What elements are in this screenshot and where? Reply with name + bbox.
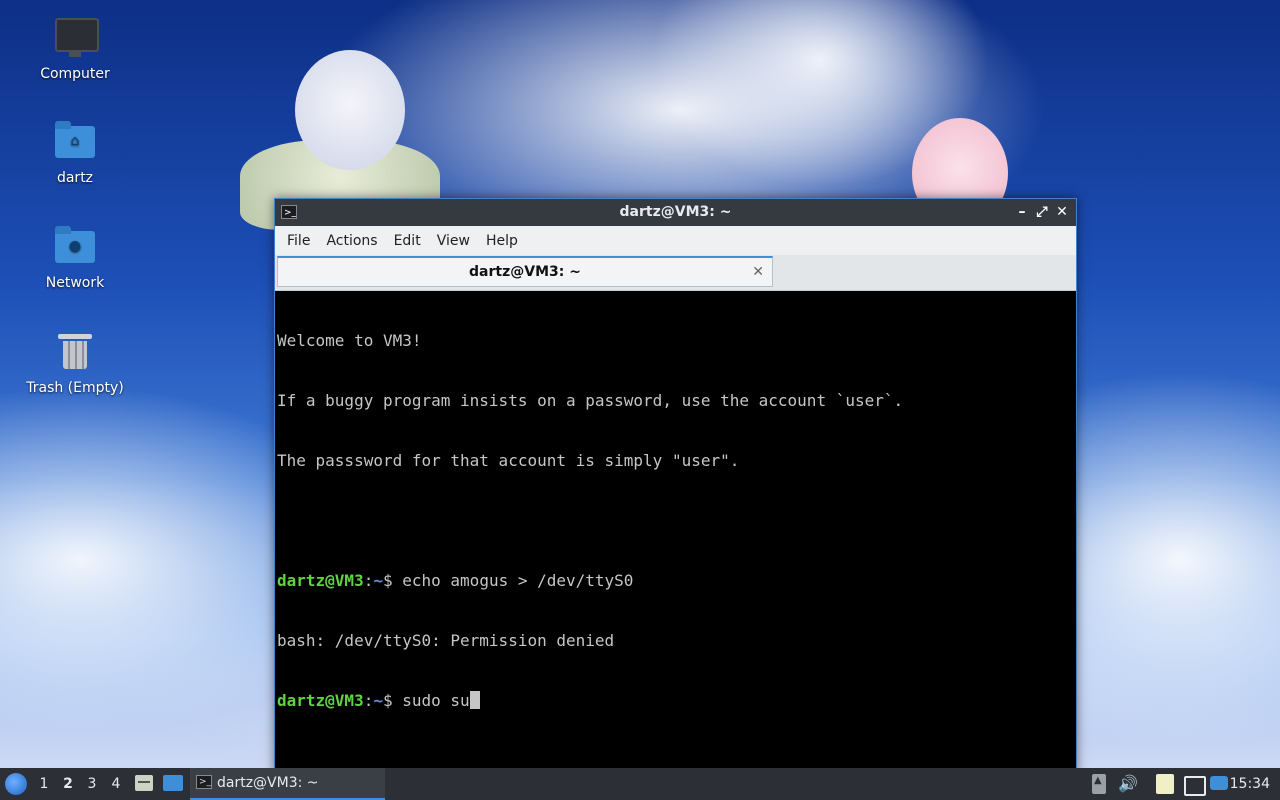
show-desktop-icon[interactable]: [163, 775, 183, 791]
prompt-separator: :: [363, 691, 374, 710]
trash-icon: [51, 328, 99, 376]
taskbar-item-terminal[interactable]: >_ dartz@VM3: ~: [190, 768, 385, 800]
menu-edit[interactable]: Edit: [386, 233, 429, 249]
menu-view[interactable]: View: [429, 233, 478, 249]
desktop-icon-trash[interactable]: Trash (Empty): [20, 328, 130, 396]
desktop-icon-label: dartz: [56, 170, 94, 186]
start-menu-icon[interactable]: [5, 773, 27, 795]
wallpaper-figure: [295, 50, 405, 170]
window-title: dartz@VM3: ~: [619, 204, 732, 220]
terminal-window[interactable]: >_ dartz@VM3: ~ – ⤢ ✕ File Actions Edit …: [274, 198, 1077, 774]
taskbar: 1 2 3 4 >_ dartz@VM3: ~ 🔊 15:34: [0, 768, 1280, 800]
menu-actions[interactable]: Actions: [318, 233, 385, 249]
tab-terminal[interactable]: dartz@VM3: ~ ✕: [277, 256, 773, 287]
prompt-path: ~: [373, 571, 383, 590]
menubar: File Actions Edit View Help: [275, 226, 1076, 255]
terminal-output[interactable]: Welcome to VM3! If a buggy program insis…: [277, 291, 1074, 773]
desktop-icon-home[interactable]: ⌂ dartz: [20, 118, 130, 186]
terminal-line: The passsword for that account is simply…: [277, 451, 740, 470]
prompt-separator: :: [363, 571, 374, 590]
desktop-icon-label: Computer: [40, 66, 110, 82]
tab-label: dartz@VM3: ~: [469, 264, 581, 280]
command-text: echo amogus > /dev/ttyS0: [402, 571, 634, 590]
menu-file[interactable]: File: [279, 233, 318, 249]
terminal-line: Welcome to VM3!: [277, 331, 422, 350]
network-icon[interactable]: [1184, 776, 1206, 796]
workspace-3[interactable]: 3: [81, 768, 103, 800]
window-titlebar[interactable]: >_ dartz@VM3: ~ – ⤢ ✕: [275, 199, 1076, 226]
workspace-2[interactable]: 2: [57, 768, 79, 800]
terminal-prompt-line: dartz@VM3:~$ sudo su: [277, 691, 1074, 711]
command-text: sudo su: [402, 691, 470, 710]
minimize-button[interactable]: –: [1012, 199, 1032, 226]
terminal-prompt-line: dartz@VM3:~$ echo amogus > /dev/ttyS0: [277, 571, 1074, 591]
prompt-char: $: [382, 691, 403, 710]
desktop-icon-network[interactable]: ● Network: [20, 223, 130, 291]
desktop-icon-computer[interactable]: Computer: [20, 14, 130, 82]
workspace-4[interactable]: 4: [105, 768, 127, 800]
file-manager-icon[interactable]: [135, 775, 153, 791]
prompt-char: $: [382, 571, 403, 590]
clipboard-icon[interactable]: [1156, 774, 1174, 794]
prompt-user: dartz@VM3: [277, 571, 364, 590]
terminal-line: If a buggy program insists on a password…: [277, 391, 904, 410]
close-button[interactable]: ✕: [1052, 199, 1072, 226]
network-folder-icon: ●: [51, 223, 99, 271]
update-notifier-icon[interactable]: [1210, 776, 1228, 790]
taskbar-item-label: dartz@VM3: ~: [217, 775, 319, 791]
desktop-icon-label: Trash (Empty): [26, 380, 124, 396]
terminal-line: bash: /dev/ttyS0: Permission denied: [277, 631, 615, 650]
prompt-path: ~: [373, 691, 383, 710]
maximize-button[interactable]: ⤢: [1032, 199, 1052, 226]
terminal-icon: >_: [281, 205, 297, 219]
text-cursor: [469, 691, 480, 709]
volume-icon[interactable]: 🔊: [1118, 774, 1138, 794]
tab-strip: dartz@VM3: ~ ✕: [275, 255, 1076, 291]
clock[interactable]: 15:34: [1230, 768, 1270, 800]
prompt-user: dartz@VM3: [277, 691, 364, 710]
terminal-icon: >_: [196, 775, 212, 789]
tab-close-icon[interactable]: ✕: [752, 258, 764, 286]
home-folder-icon: ⌂: [51, 118, 99, 166]
menu-help[interactable]: Help: [478, 233, 526, 249]
monitor-icon: [51, 14, 99, 62]
desktop-icon-label: Network: [45, 275, 105, 291]
workspace-1[interactable]: 1: [33, 768, 55, 800]
tray-expand-icon[interactable]: [1092, 774, 1106, 794]
